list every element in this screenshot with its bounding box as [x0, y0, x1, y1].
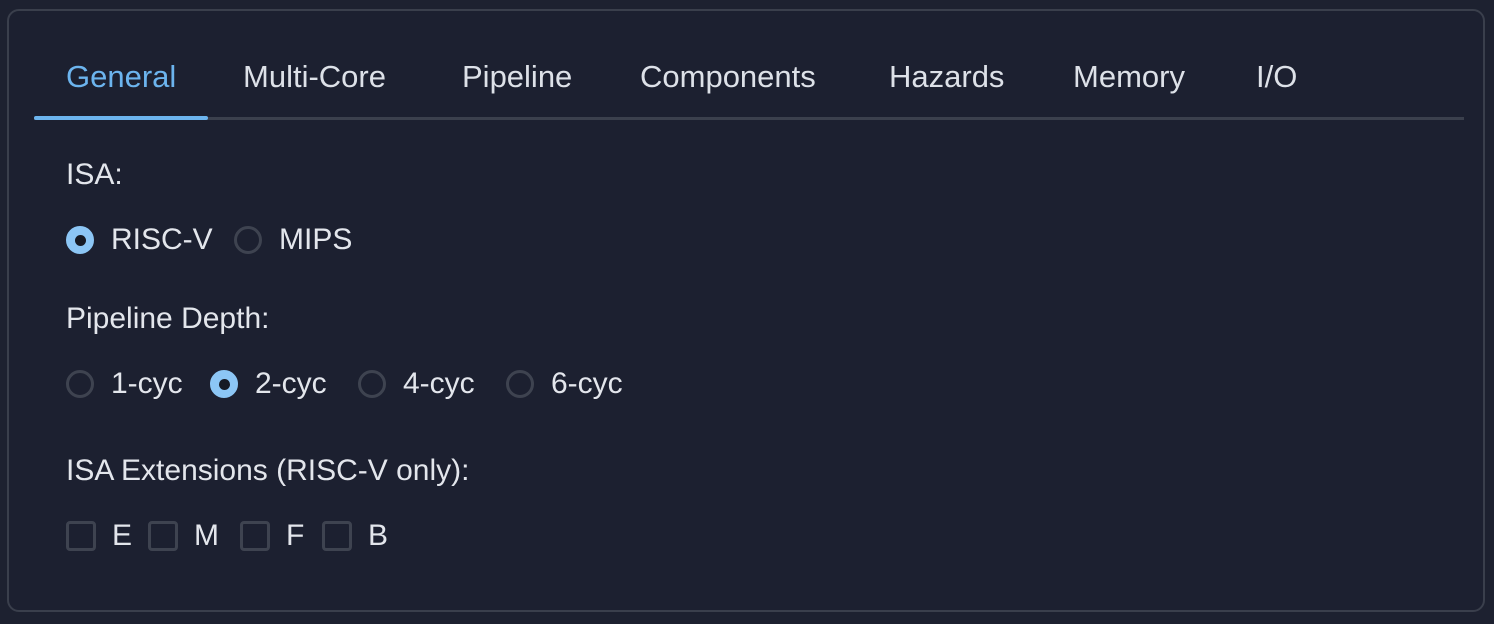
depth-option-1-cyc[interactable]: 1-cyc — [66, 367, 183, 401]
extension-option-label: F — [286, 519, 305, 552]
tab-memory[interactable]: Memory — [1073, 41, 1185, 117]
extension-option-b[interactable]: B — [322, 519, 388, 553]
checkbox-b[interactable] — [322, 521, 352, 551]
isa-label: ISA: — [66, 158, 123, 191]
depth-option-label: 4-cyc — [403, 367, 475, 400]
depth-option-label: 2-cyc — [255, 367, 327, 400]
tab-general[interactable]: General — [33, 41, 209, 120]
isa-option-label: MIPS — [279, 223, 353, 256]
isa-option-mips[interactable]: MIPS — [234, 223, 352, 257]
depth-option-label: 1-cyc — [111, 367, 183, 400]
extension-option-label: E — [112, 519, 133, 552]
tab-bar: General Multi-Core Pipeline Components H… — [33, 41, 1464, 120]
depth-option-2-cyc[interactable]: 2-cyc — [210, 367, 327, 401]
tab-pipeline[interactable]: Pipeline — [462, 41, 572, 117]
checkbox-f[interactable] — [240, 521, 270, 551]
radio-risc-v[interactable] — [66, 226, 94, 254]
tab-hazards[interactable]: Hazards — [889, 41, 1004, 117]
tab-io[interactable]: I/O — [1256, 41, 1297, 117]
tab-components[interactable]: Components — [640, 41, 816, 117]
extension-option-m[interactable]: M — [148, 519, 219, 553]
radio-2-cyc[interactable] — [210, 370, 238, 398]
isa-option-label: RISC-V — [111, 223, 213, 256]
depth-option-label: 6-cyc — [551, 367, 623, 400]
extension-option-e[interactable]: E — [66, 519, 132, 553]
settings-panel: General Multi-Core Pipeline Components H… — [7, 9, 1485, 612]
radio-6-cyc[interactable] — [506, 370, 534, 398]
checkbox-m[interactable] — [148, 521, 178, 551]
isa-extensions-label: ISA Extensions (RISC-V only): — [66, 454, 470, 487]
depth-option-6-cyc[interactable]: 6-cyc — [506, 367, 623, 401]
extension-option-label: M — [194, 519, 219, 552]
radio-mips[interactable] — [234, 226, 262, 254]
depth-option-4-cyc[interactable]: 4-cyc — [358, 367, 475, 401]
radio-4-cyc[interactable] — [358, 370, 386, 398]
checkbox-e[interactable] — [66, 521, 96, 551]
tab-multi-core[interactable]: Multi-Core — [243, 41, 386, 117]
radio-1-cyc[interactable] — [66, 370, 94, 398]
isa-option-risc-v[interactable]: RISC-V — [66, 223, 213, 257]
extension-option-label: B — [368, 519, 389, 552]
pipeline-depth-label: Pipeline Depth: — [66, 302, 270, 335]
extension-option-f[interactable]: F — [240, 519, 304, 553]
